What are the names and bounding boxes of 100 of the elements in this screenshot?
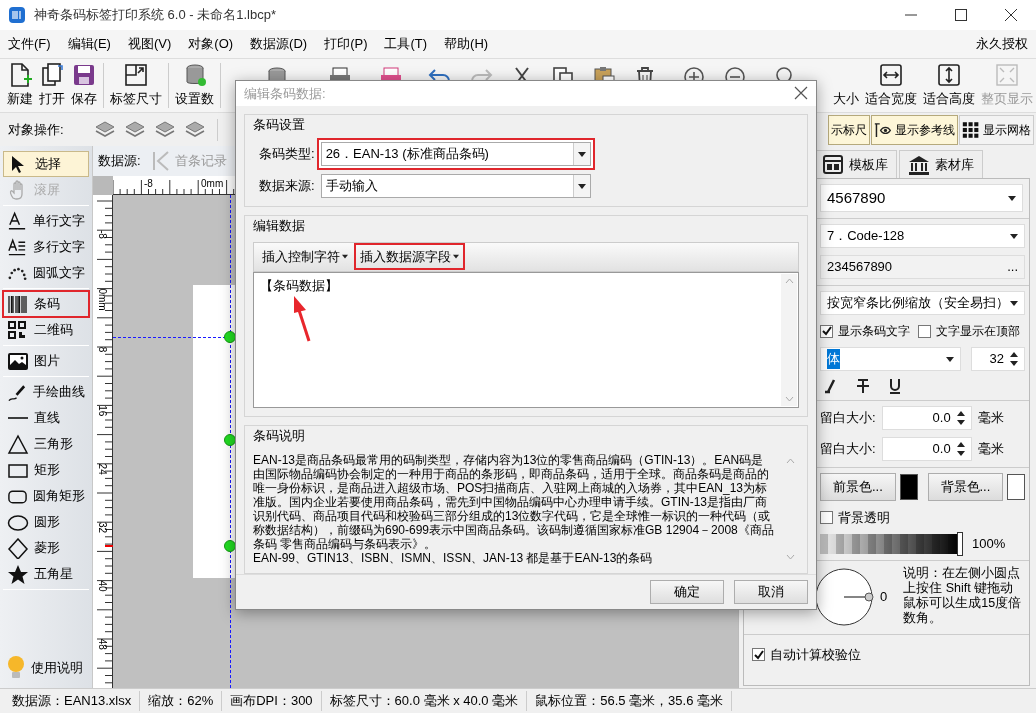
color-swatch[interactable] (899, 473, 918, 500)
toolbar-button[interactable]: 保存 (68, 59, 100, 112)
checkbox-label: 自动计算校验位 (770, 646, 861, 664)
tool-item[interactable]: 图片 (3, 348, 89, 374)
text-icon (7, 210, 28, 232)
font-size-spinner[interactable]: 32 (971, 347, 1025, 371)
tool-item[interactable]: 五角星 (3, 561, 89, 587)
strikethrough-icon[interactable] (856, 378, 870, 394)
description-text: EAN-99、GTIN13、ISBN、ISMN、ISSN、JAN-13 都是基于EAN-13的条码 (253, 551, 654, 566)
menu-item[interactable]: 帮助(H) (444, 34, 489, 54)
datasource-label: 数据源: (98, 152, 141, 171)
underline-icon[interactable] (888, 378, 902, 394)
checkbox[interactable] (820, 510, 833, 524)
multiline-text-icon (7, 236, 28, 258)
insert-menu-button[interactable]: 插入数据源字段 (356, 244, 463, 269)
scale-mode-dropdown[interactable]: 按宽窄条比例缩放（安全易扫） (820, 291, 1025, 315)
template-icon (822, 153, 844, 176)
ruler-label: 8 (97, 346, 108, 353)
barcode-type-dropdown[interactable]: 7．Code-128 (820, 224, 1025, 248)
data-field[interactable]: 234567890 ... (820, 255, 1025, 279)
layers-icon[interactable] (183, 119, 206, 140)
ruler-corner (93, 176, 113, 195)
menu-item[interactable]: 打印(P) (324, 34, 368, 54)
ruler-label: -8 (144, 178, 153, 189)
rotation-dial-drawing[interactable] (814, 566, 876, 628)
toolbar-button[interactable]: 大小 (830, 59, 862, 112)
maximize-icon[interactable] (955, 9, 967, 21)
panel-tab[interactable]: 素材库 (899, 150, 983, 178)
toggle-button[interactable]: 示标尺 (828, 114, 870, 145)
margin-spinner[interactable]: 0.0 (881, 437, 972, 461)
checkbox[interactable] (820, 324, 833, 338)
dropdown[interactable]: 手动输入 (320, 174, 591, 199)
group-title: 条码说明 (253, 426, 306, 445)
menu-item[interactable]: 文件(F) (8, 34, 51, 54)
lightbulb-icon (7, 655, 25, 681)
building-icon (908, 153, 930, 176)
menu-item[interactable]: 工具(T) (384, 34, 428, 54)
margin-spinner[interactable]: 0.0 (881, 406, 972, 430)
menu-item[interactable]: 对象(O) (188, 34, 234, 54)
layers-icon[interactable] (123, 119, 146, 140)
more-button[interactable]: ... (1007, 257, 1018, 277)
menu-item[interactable]: 数据源(D) (250, 34, 308, 54)
layers-icon[interactable] (153, 119, 176, 140)
ruler-label: 24 (97, 463, 108, 475)
layers-icon[interactable] (93, 119, 116, 140)
foreground-color-button[interactable]: 前景色... (820, 473, 896, 501)
tool-item[interactable]: 多行文字 (3, 234, 89, 260)
toolbar-button[interactable]: 打开 (36, 59, 68, 112)
tool-item[interactable]: 选择 (3, 151, 89, 177)
ruler-label: 0mm (201, 178, 224, 189)
resize-icon (123, 61, 149, 88)
toolbar-button[interactable]: 设置数 (172, 59, 217, 112)
license-link[interactable]: 永久授权 (976, 34, 1028, 54)
full-page-icon (994, 61, 1020, 88)
font-dropdown[interactable]: 体 (820, 347, 961, 371)
caret-icon (1010, 233, 1018, 239)
toggle-button[interactable]: 显示参考线 (871, 114, 958, 145)
tool-item[interactable]: 圆形 (3, 509, 89, 535)
opacity-slider[interactable] (820, 534, 960, 554)
toolbar-button[interactable]: 新建 (4, 59, 36, 112)
qr-code-icon (7, 319, 29, 341)
cancel-button[interactable]: 取消 (734, 580, 808, 605)
ruler-label: 32 (97, 522, 108, 534)
tool-item[interactable]: 圆角矩形 (3, 483, 89, 509)
menu-item[interactable]: 视图(V) (127, 34, 172, 54)
tool-item[interactable]: 单行文字 (3, 208, 89, 234)
tool-item[interactable]: 菱形 (3, 535, 89, 561)
checkbox[interactable] (752, 648, 765, 662)
color-swatch[interactable] (1007, 473, 1025, 500)
close-icon[interactable] (1005, 9, 1017, 21)
ok-button[interactable]: 确定 (650, 580, 724, 605)
tool-item[interactable]: 二维码 (3, 317, 89, 343)
spinner-arrows-icon (956, 442, 965, 456)
menu-item[interactable]: 编辑(E) (67, 34, 111, 54)
checkbox-label: 显示条码文字 (838, 323, 910, 340)
toolbar-button[interactable]: 标签尺寸 (107, 59, 165, 112)
tool-item[interactable]: 手绘曲线 (3, 379, 89, 405)
tool-item[interactable]: 矩形 (3, 457, 89, 483)
status-text: 数据源：EAN13.xlsx (4, 691, 141, 711)
star-icon (7, 563, 29, 585)
rotation-reading: 0 (880, 588, 888, 607)
italic-icon[interactable] (824, 378, 838, 394)
toolbar-button[interactable]: 适合高度 (920, 59, 978, 112)
tool-item[interactable]: 条码 (3, 291, 89, 317)
dialog-title: 编辑条码数据: (244, 84, 326, 103)
caret-icon (577, 151, 586, 157)
tool-item[interactable]: 圆弧文字 (3, 260, 89, 286)
slider-thumb[interactable] (957, 532, 963, 556)
close-icon[interactable] (794, 86, 808, 101)
barcode-value-dropdown[interactable]: 4567890 (820, 184, 1023, 212)
tool-item[interactable]: 直线 (3, 405, 89, 431)
toggle-button[interactable]: 显示网格 (959, 114, 1034, 145)
status-text: 鼠标位置：56.5 毫米，35.6 毫米 (527, 691, 732, 711)
background-color-button[interactable]: 背景色... (927, 473, 1004, 501)
tool-item[interactable]: 三角形 (3, 431, 89, 457)
help-button[interactable]: 使用说明 (3, 651, 89, 685)
insert-menu-button[interactable]: 插入控制字符 (258, 244, 352, 269)
checkbox[interactable] (918, 324, 931, 338)
toolbar-button[interactable]: 适合宽度 (862, 59, 920, 112)
ruler-label: 40 (97, 580, 108, 592)
